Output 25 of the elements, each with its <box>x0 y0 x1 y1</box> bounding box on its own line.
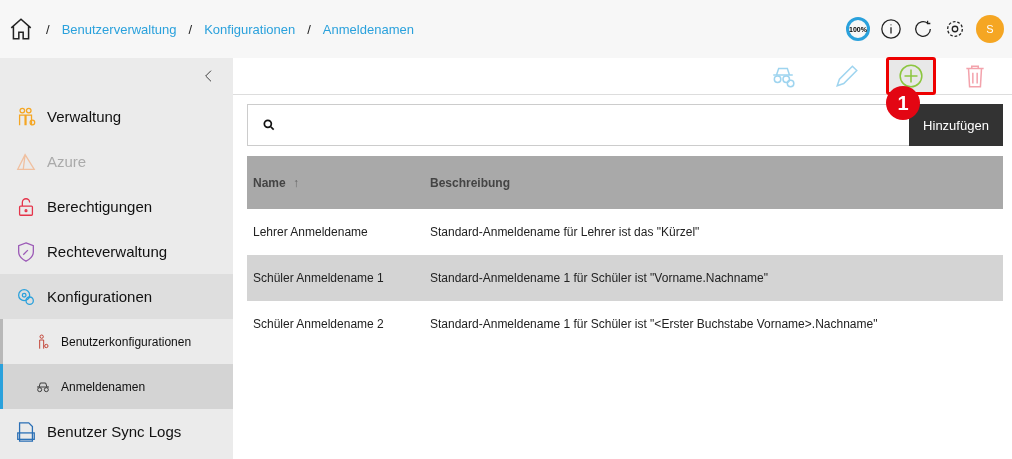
breadcrumb-separator: / <box>188 21 193 37</box>
log-file-icon <box>15 420 37 443</box>
home-icon <box>8 16 34 42</box>
sidebar-subitem[interactable]: Anmeldenamen <box>0 364 233 409</box>
table-row[interactable]: Schüler Anmeldename 1 Standard-Anmeldename 1 für Schüler ist "Vorname.Nachname" <box>247 255 1003 301</box>
table-cell-text: Lehrer Anmeldename <box>252 225 369 239</box>
column-header[interactable]: Name ↑ <box>247 175 424 190</box>
table-cell-text: Schüler Anmeldename 2 <box>252 317 385 331</box>
table-cell-text: Schüler Anmeldename 1 <box>252 271 385 285</box>
column-header[interactable]: Beschreibung <box>424 175 1003 190</box>
table-cell-text: Standard-Anmeldename 1 für Schüler ist "<Erster Buchstabe Vorname>.Nachname" <box>429 317 879 331</box>
breadcrumb-separator: / <box>46 21 50 37</box>
add-button[interactable] <box>886 57 936 95</box>
info-icon <box>880 18 902 40</box>
table-cell-text: Standard-Anmeldename 1 für Schüler ist "Vorname.Nachname" <box>429 271 770 285</box>
shield-icon <box>15 240 37 263</box>
tooltip: Hinzufügen <box>909 104 1003 146</box>
settings-icon <box>944 18 966 40</box>
breadcrumb-separator: / <box>307 21 311 37</box>
sidebar-item[interactable]: Konfigurationen <box>0 274 233 319</box>
refresh-icon <box>912 18 934 40</box>
table-cell-text: Standard-Anmeldename für Lehrer ist das "Kürzel" <box>429 225 701 239</box>
search-icon <box>262 118 276 132</box>
add-icon <box>898 63 924 89</box>
edit-icon <box>834 63 860 89</box>
